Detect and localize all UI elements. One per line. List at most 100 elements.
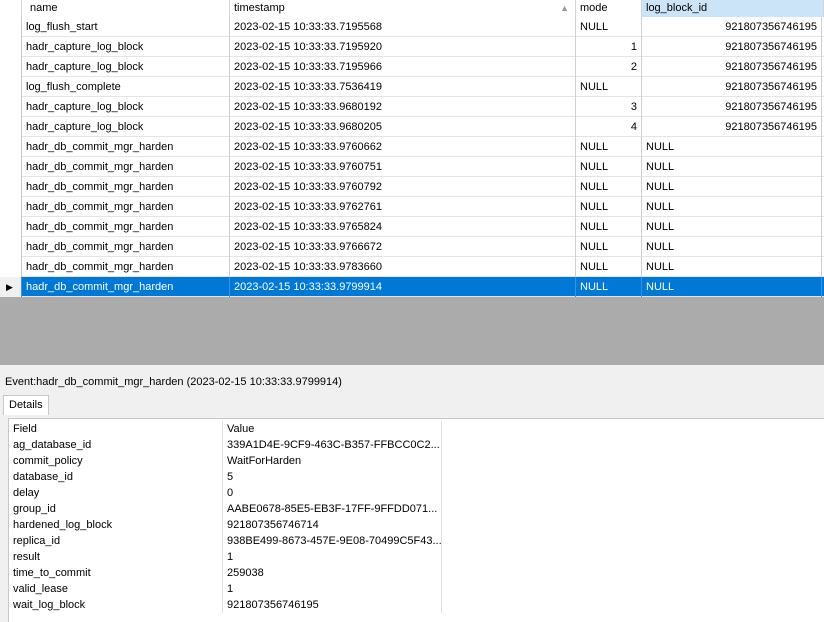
cell-timestamp[interactable]: 2023-02-15 10:33:33.9766672 bbox=[230, 237, 576, 257]
details-row[interactable]: wait_log_block 921807356746195 bbox=[9, 597, 824, 613]
row-header[interactable] bbox=[0, 117, 22, 137]
cell-timestamp[interactable]: 2023-02-15 10:33:33.9765824 bbox=[230, 217, 576, 237]
cell-timestamp[interactable]: 2023-02-15 10:33:33.9760751 bbox=[230, 157, 576, 177]
row-header[interactable] bbox=[0, 257, 22, 277]
cell-timestamp[interactable]: 2023-02-15 10:33:33.9760662 bbox=[230, 137, 576, 157]
cell-timestamp[interactable]: 2023-02-15 10:33:33.7536419 bbox=[230, 77, 576, 97]
tab-details[interactable]: Details bbox=[3, 395, 49, 415]
cell-log-block-id[interactable]: 921807356746195 bbox=[642, 57, 822, 77]
details-row[interactable]: hardened_log_block 921807356746714 bbox=[9, 517, 824, 533]
cell-mode[interactable]: NULL bbox=[576, 177, 642, 197]
row-header[interactable] bbox=[0, 177, 22, 197]
cell-mode[interactable]: NULL bbox=[576, 197, 642, 217]
cell-timestamp[interactable]: 2023-02-15 10:33:33.9799914 bbox=[230, 277, 576, 297]
cell-name[interactable]: hadr_db_commit_mgr_harden bbox=[22, 137, 230, 157]
cell-log-block-id[interactable]: 921807356746195 bbox=[642, 97, 822, 117]
row-header[interactable]: ▶ bbox=[0, 277, 22, 297]
cell-mode[interactable]: NULL bbox=[576, 217, 642, 237]
column-header-log-block-id[interactable]: log_block_id bbox=[642, 0, 824, 17]
table-row[interactable]: hadr_db_commit_mgr_harden 2023-02-15 10:3… bbox=[0, 257, 824, 277]
table-row[interactable]: hadr_db_commit_mgr_harden 2023-02-15 10:3… bbox=[0, 217, 824, 237]
details-row[interactable]: group_id AABE0678-85E5-EB3F-17FF-9FFDD071… bbox=[9, 501, 824, 517]
row-header[interactable] bbox=[0, 217, 22, 237]
cell-mode[interactable]: 3 bbox=[576, 97, 642, 117]
cell-timestamp[interactable]: 2023-02-15 10:33:33.9680205 bbox=[230, 117, 576, 137]
cell-mode[interactable]: 2 bbox=[576, 57, 642, 77]
cell-mode[interactable]: 1 bbox=[576, 37, 642, 57]
cell-log-block-id[interactable]: NULL bbox=[642, 217, 822, 237]
cell-timestamp[interactable]: 2023-02-15 10:33:33.9762761 bbox=[230, 197, 576, 217]
details-row[interactable]: commit_policy WaitForHarden bbox=[9, 453, 824, 469]
cell-name[interactable]: log_flush_start bbox=[22, 17, 230, 37]
table-row[interactable]: hadr_capture_log_block 2023-02-15 10:33:3… bbox=[0, 57, 824, 77]
cell-name[interactable]: hadr_db_commit_mgr_harden bbox=[22, 217, 230, 237]
row-header[interactable] bbox=[0, 17, 22, 37]
details-row[interactable]: ag_database_id 339A1D4E-9CF9-463C-B357-FF… bbox=[9, 437, 824, 453]
table-row[interactable]: ▶ hadr_db_commit_mgr_harden 2023-02-15 10:… bbox=[0, 277, 824, 297]
cell-timestamp[interactable]: 2023-02-15 10:33:33.9680192 bbox=[230, 97, 576, 117]
row-header[interactable] bbox=[0, 77, 22, 97]
cell-log-block-id[interactable]: NULL bbox=[642, 257, 822, 277]
cell-mode[interactable]: NULL bbox=[576, 237, 642, 257]
cell-log-block-id[interactable]: NULL bbox=[642, 237, 822, 257]
details-header-value[interactable]: Value bbox=[223, 421, 442, 437]
details-header-field[interactable]: Field bbox=[9, 421, 223, 437]
details-row[interactable]: valid_lease 1 bbox=[9, 581, 824, 597]
row-header[interactable] bbox=[0, 57, 22, 77]
cell-name[interactable]: hadr_capture_log_block bbox=[22, 37, 230, 57]
cell-log-block-id[interactable]: NULL bbox=[642, 157, 822, 177]
cell-log-block-id[interactable]: NULL bbox=[642, 137, 822, 157]
cell-mode[interactable]: NULL bbox=[576, 257, 642, 277]
table-row[interactable]: hadr_capture_log_block 2023-02-15 10:33:3… bbox=[0, 117, 824, 137]
cell-mode[interactable]: NULL bbox=[576, 137, 642, 157]
details-row[interactable]: time_to_commit 259038 bbox=[9, 565, 824, 581]
cell-log-block-id[interactable]: 921807356746195 bbox=[642, 117, 822, 137]
details-row[interactable]: result 1 bbox=[9, 549, 824, 565]
cell-log-block-id[interactable]: NULL bbox=[642, 177, 822, 197]
cell-log-block-id[interactable]: 921807356746195 bbox=[642, 77, 822, 97]
details-row[interactable]: delay 0 bbox=[9, 485, 824, 501]
cell-timestamp[interactable]: 2023-02-15 10:33:33.9783660 bbox=[230, 257, 576, 277]
table-row[interactable]: log_flush_complete 2023-02-15 10:33:33.75… bbox=[0, 77, 824, 97]
cell-mode[interactable]: 4 bbox=[576, 117, 642, 137]
table-row[interactable]: hadr_db_commit_mgr_harden 2023-02-15 10:3… bbox=[0, 157, 824, 177]
cell-timestamp[interactable]: 2023-02-15 10:33:33.7195966 bbox=[230, 57, 576, 77]
column-header-timestamp[interactable]: timestamp ▲ bbox=[230, 0, 576, 17]
cell-name[interactable]: hadr_db_commit_mgr_harden bbox=[22, 257, 230, 277]
column-header-mode[interactable]: mode bbox=[576, 0, 642, 17]
cell-log-block-id[interactable]: 921807356746195 bbox=[642, 37, 822, 57]
table-row[interactable]: hadr_db_commit_mgr_harden 2023-02-15 10:3… bbox=[0, 237, 824, 257]
cell-name[interactable]: hadr_capture_log_block bbox=[22, 57, 230, 77]
cell-timestamp[interactable]: 2023-02-15 10:33:33.9760792 bbox=[230, 177, 576, 197]
cell-name[interactable]: hadr_db_commit_mgr_harden bbox=[22, 197, 230, 217]
cell-name[interactable]: log_flush_complete bbox=[22, 77, 230, 97]
row-header[interactable] bbox=[0, 237, 22, 257]
table-row[interactable]: hadr_db_commit_mgr_harden 2023-02-15 10:3… bbox=[0, 137, 824, 157]
cell-name[interactable]: hadr_db_commit_mgr_harden bbox=[22, 157, 230, 177]
cell-mode[interactable]: NULL bbox=[576, 77, 642, 97]
row-header[interactable] bbox=[0, 137, 22, 157]
column-header-name[interactable]: name bbox=[22, 0, 230, 17]
cell-name[interactable]: hadr_capture_log_block bbox=[22, 97, 230, 117]
cell-mode[interactable]: NULL bbox=[576, 17, 642, 37]
cell-log-block-id[interactable]: NULL bbox=[642, 197, 822, 217]
cell-mode[interactable]: NULL bbox=[576, 157, 642, 177]
table-row[interactable]: hadr_db_commit_mgr_harden 2023-02-15 10:3… bbox=[0, 177, 824, 197]
cell-name[interactable]: hadr_db_commit_mgr_harden bbox=[22, 277, 230, 297]
table-row[interactable]: hadr_db_commit_mgr_harden 2023-02-15 10:3… bbox=[0, 197, 824, 217]
row-header[interactable] bbox=[0, 37, 22, 57]
table-row[interactable]: log_flush_start 2023-02-15 10:33:33.71955… bbox=[0, 17, 824, 37]
details-row[interactable]: database_id 5 bbox=[9, 469, 824, 485]
table-row[interactable]: hadr_capture_log_block 2023-02-15 10:33:3… bbox=[0, 97, 824, 117]
cell-log-block-id[interactable]: 921807356746195 bbox=[642, 17, 822, 37]
table-row[interactable]: hadr_capture_log_block 2023-02-15 10:33:3… bbox=[0, 37, 824, 57]
cell-log-block-id[interactable]: NULL bbox=[642, 277, 822, 297]
details-row[interactable]: replica_id 938BE499-8673-457E-9E08-70499C… bbox=[9, 533, 824, 549]
cell-name[interactable]: hadr_capture_log_block bbox=[22, 117, 230, 137]
row-header[interactable] bbox=[0, 197, 22, 217]
cell-timestamp[interactable]: 2023-02-15 10:33:33.7195568 bbox=[230, 17, 576, 37]
cell-mode[interactable]: NULL bbox=[576, 277, 642, 297]
cell-timestamp[interactable]: 2023-02-15 10:33:33.7195920 bbox=[230, 37, 576, 57]
row-header[interactable] bbox=[0, 97, 22, 117]
cell-name[interactable]: hadr_db_commit_mgr_harden bbox=[22, 177, 230, 197]
